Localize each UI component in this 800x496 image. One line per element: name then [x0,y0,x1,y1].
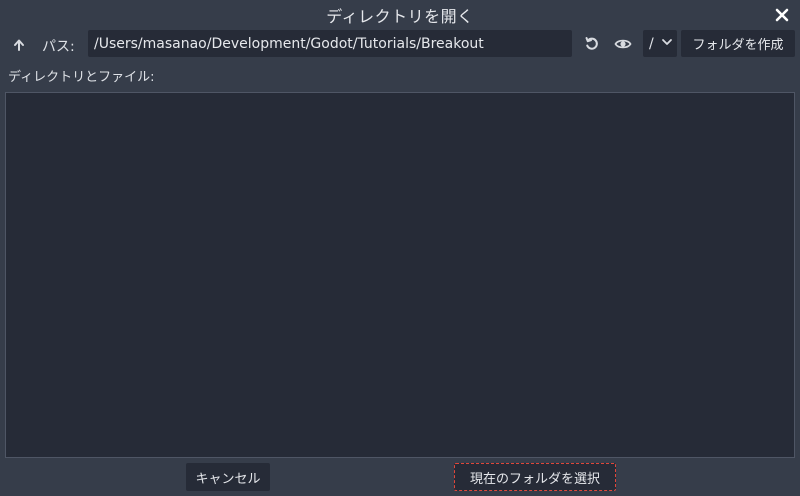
select-current-folder-button[interactable]: 現在のフォルダを選択 [454,463,616,491]
toggle-hidden-files-button[interactable] [611,32,635,56]
create-folder-button[interactable]: フォルダを作成 [681,30,795,57]
drive-value: / [649,35,654,52]
files-label: ディレクトリとファイル: [8,70,155,85]
file-list[interactable] [5,92,795,458]
arrow-up-icon [14,39,24,51]
go-up-button[interactable] [8,34,30,56]
chevron-down-icon [662,39,672,45]
refresh-button[interactable] [580,32,604,56]
dialog-title: ディレクトリを開く [326,7,474,26]
path-input[interactable] [88,30,572,57]
eye-icon [614,39,632,49]
title-bar: ディレクトリを開く [0,0,800,30]
drive-select[interactable]: / [643,30,677,57]
close-button[interactable] [770,3,794,27]
open-directory-dialog: ディレクトリを開く パス: /Users/masanao/Development… [0,0,800,496]
close-icon [775,8,789,22]
cancel-button[interactable]: キャンセル [186,463,270,491]
refresh-icon [585,37,598,50]
path-toolbar: パス: / フォルダを作成 [0,30,800,60]
path-label: パス: [42,39,75,55]
